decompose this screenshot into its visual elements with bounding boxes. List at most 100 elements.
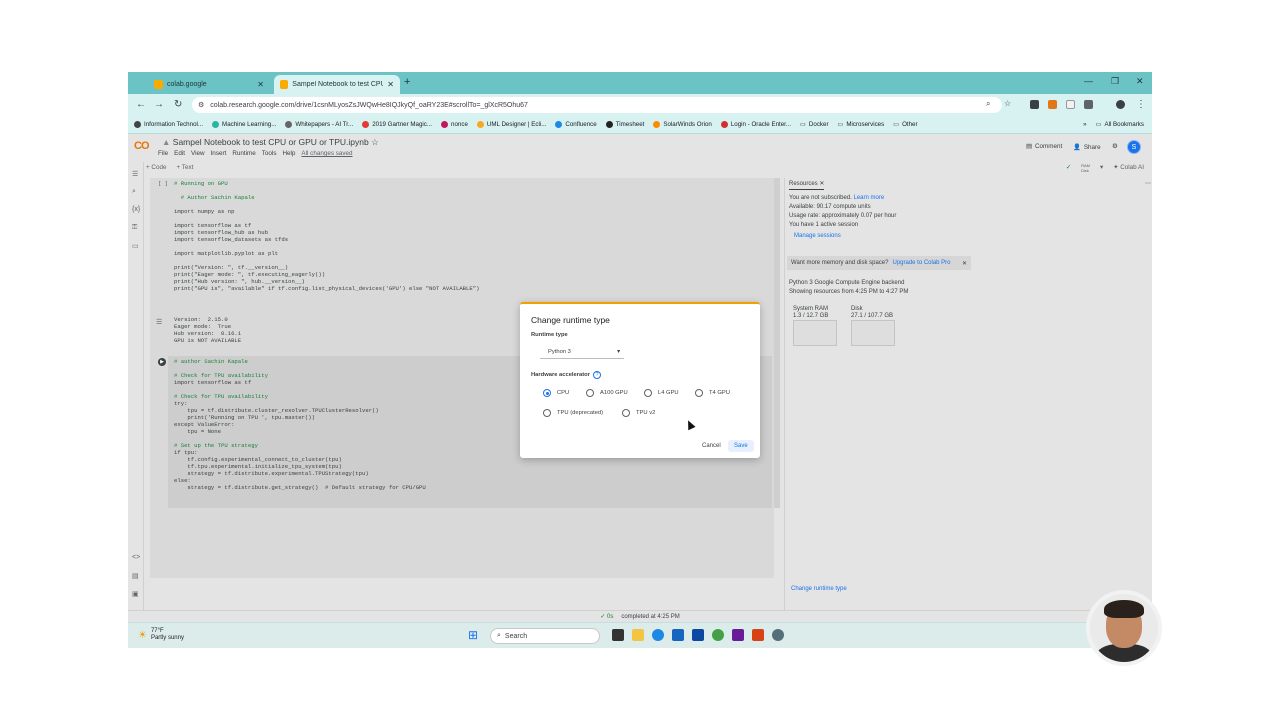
bookmark-folder[interactable]: ▭ Docker xyxy=(800,121,828,128)
user-avatar[interactable]: S xyxy=(1127,140,1141,154)
add-text-button[interactable]: + Text xyxy=(176,164,193,176)
radio-l4-gpu[interactable]: L4 GPU xyxy=(644,389,679,397)
store-icon[interactable] xyxy=(692,629,704,641)
command-palette-icon[interactable]: ▤ xyxy=(132,572,139,580)
mail-icon[interactable] xyxy=(672,629,684,641)
learn-more-link[interactable]: Learn more xyxy=(854,195,885,201)
terminal-icon[interactable]: ▣ xyxy=(132,590,139,598)
colab-logo[interactable]: CO xyxy=(134,140,149,152)
tab-colab-google[interactable]: colab.google ✕ xyxy=(148,75,270,94)
edge-icon[interactable] xyxy=(652,629,664,641)
file-explorer-icon[interactable] xyxy=(632,629,644,641)
bookmark-folder[interactable]: ▭ Microservices xyxy=(838,121,885,128)
secrets-key-icon[interactable]: ⚿ xyxy=(132,224,137,232)
change-runtime-link[interactable]: Change runtime type xyxy=(791,586,847,592)
close-window-icon[interactable]: ✕ xyxy=(1136,76,1144,87)
weather-widget[interactable]: ☀ 77°F Partly sunny xyxy=(138,628,184,642)
menu-edit[interactable]: Edit xyxy=(174,150,185,157)
runtime-type-select[interactable]: Python 3 ▾ xyxy=(540,346,624,359)
bookmark-item[interactable]: Confluence xyxy=(555,121,597,128)
site-info-icon[interactable]: ⚙ xyxy=(198,101,204,109)
bookmark-item[interactable]: Information Technol... xyxy=(134,121,203,128)
radio-a100-gpu[interactable]: A100 GPU xyxy=(586,389,628,397)
bookmark-item[interactable]: Machine Learning... xyxy=(212,121,276,128)
onenote-icon[interactable] xyxy=(732,629,744,641)
extensions-puzzle-icon[interactable] xyxy=(1084,100,1093,109)
menu-help[interactable]: Help xyxy=(282,150,295,157)
bookmark-star-icon[interactable]: ☆ xyxy=(1004,99,1011,108)
bookmark-item[interactable]: Timesheet xyxy=(605,121,644,128)
bookmark-item[interactable]: nonce xyxy=(441,121,468,128)
cell-run-indicator[interactable]: [ ] xyxy=(158,180,168,187)
output-menu-icon[interactable]: ☰ xyxy=(156,318,162,326)
menu-tools[interactable]: Tools xyxy=(262,150,277,157)
back-icon[interactable]: ← xyxy=(136,99,146,110)
close-panel-icon[interactable]: ✕ xyxy=(819,181,824,187)
extension-icon[interactable] xyxy=(1030,100,1039,109)
cancel-button[interactable]: Cancel xyxy=(696,440,727,452)
menu-file[interactable]: File xyxy=(158,150,168,157)
panel-menu-icon[interactable]: ⋯ xyxy=(1145,180,1151,187)
more-bookmarks-icon[interactable]: » xyxy=(1083,121,1086,128)
extension-s-icon[interactable] xyxy=(1066,100,1075,109)
settings-icon[interactable] xyxy=(772,629,784,641)
close-tab-icon[interactable]: ✕ xyxy=(387,80,394,89)
add-code-button[interactable]: + Code xyxy=(146,164,166,176)
radio-button[interactable] xyxy=(644,389,652,397)
bookmark-item[interactable]: SolarWinds Orion xyxy=(653,121,712,128)
toc-icon[interactable]: ☰ xyxy=(132,170,138,178)
radio-button[interactable] xyxy=(622,409,630,417)
resources-tab[interactable]: Resources ✕ xyxy=(789,180,825,190)
office-icon[interactable] xyxy=(752,629,764,641)
radio-button[interactable] xyxy=(543,389,551,397)
task-view-icon[interactable] xyxy=(612,629,624,641)
settings-gear-icon[interactable]: ⚙ xyxy=(1112,143,1118,150)
code-cell-2[interactable]: # author Sachin Kapale # Check for TPU a… xyxy=(174,358,426,491)
taskbar-search[interactable]: ⌕ Search xyxy=(490,628,600,644)
windows-start-icon[interactable]: ⊞ xyxy=(468,628,478,642)
share-button[interactable]: 👤 Share xyxy=(1073,143,1101,152)
restore-icon[interactable]: ❐ xyxy=(1111,76,1119,87)
files-folder-icon[interactable]: ▭ xyxy=(132,242,139,250)
upgrade-link[interactable]: Upgrade to Colab Pro xyxy=(892,260,950,266)
radio-button[interactable] xyxy=(586,389,594,397)
menu-runtime[interactable]: Runtime xyxy=(232,150,255,157)
close-banner-icon[interactable]: ✕ xyxy=(962,260,967,267)
reload-icon[interactable]: ↻ xyxy=(174,99,182,110)
star-icon[interactable]: ☆ xyxy=(371,137,379,147)
colab-ai-button[interactable]: ✦ Colab AI xyxy=(1113,164,1144,176)
runtime-meter[interactable]: RAM Disk xyxy=(1081,163,1090,176)
tab-notebook[interactable]: Sampel Notebook to test CPU c ✕ xyxy=(274,75,400,94)
close-tab-icon[interactable]: ✕ xyxy=(257,80,264,89)
bookmark-item[interactable]: Whitepapers - AI Tr... xyxy=(285,121,353,128)
browser-menu-icon[interactable]: ⋮ xyxy=(1136,99,1146,110)
notebook-title[interactable]: ▲ Sampel Notebook to test CPU or GPU or … xyxy=(162,137,379,148)
radio-cpu[interactable]: CPU xyxy=(543,389,569,397)
forward-icon[interactable]: → xyxy=(154,99,164,110)
profile-icon[interactable] xyxy=(1116,100,1125,109)
manage-sessions-link[interactable]: Manage sessions xyxy=(794,233,841,239)
radio-t4-gpu[interactable]: T4 GPU xyxy=(695,389,730,397)
radio-tpu-v2[interactable]: TPU v2 xyxy=(622,409,655,417)
code-cell-1[interactable]: # Running on GPU # Author Sachin Kapale … xyxy=(174,180,479,292)
all-bookmarks[interactable]: ▭ All Bookmarks xyxy=(1096,121,1144,128)
minimize-icon[interactable]: — xyxy=(1084,76,1093,86)
variables-icon[interactable]: {x} xyxy=(132,206,140,213)
url-bar[interactable]: ⚙ colab.research.google.com/drive/1csnML… xyxy=(192,97,1002,113)
run-cell-icon[interactable]: ▶ xyxy=(158,358,166,366)
radio-button[interactable] xyxy=(543,409,551,417)
menu-insert[interactable]: Insert xyxy=(211,150,227,157)
zoom-icon[interactable]: ⌕ xyxy=(986,99,990,109)
notebook-scrollbar[interactable] xyxy=(774,178,780,508)
search-icon[interactable]: ⌕ xyxy=(132,188,136,196)
runtime-dropdown-icon[interactable]: ▾ xyxy=(1100,164,1103,176)
code-snippets-icon[interactable]: <> xyxy=(132,554,140,561)
save-button[interactable]: Save xyxy=(728,440,754,452)
menu-view[interactable]: View xyxy=(191,150,205,157)
help-icon[interactable]: ? xyxy=(593,371,601,379)
bookmark-item[interactable]: Login - Oracle Enter... xyxy=(720,121,791,128)
bookmark-folder[interactable]: ▭ Other xyxy=(893,121,917,128)
radio-tpu-deprecated[interactable]: TPU (deprecated) xyxy=(543,409,603,417)
new-tab-icon[interactable]: + xyxy=(404,76,410,88)
metamask-icon[interactable] xyxy=(1048,100,1057,109)
